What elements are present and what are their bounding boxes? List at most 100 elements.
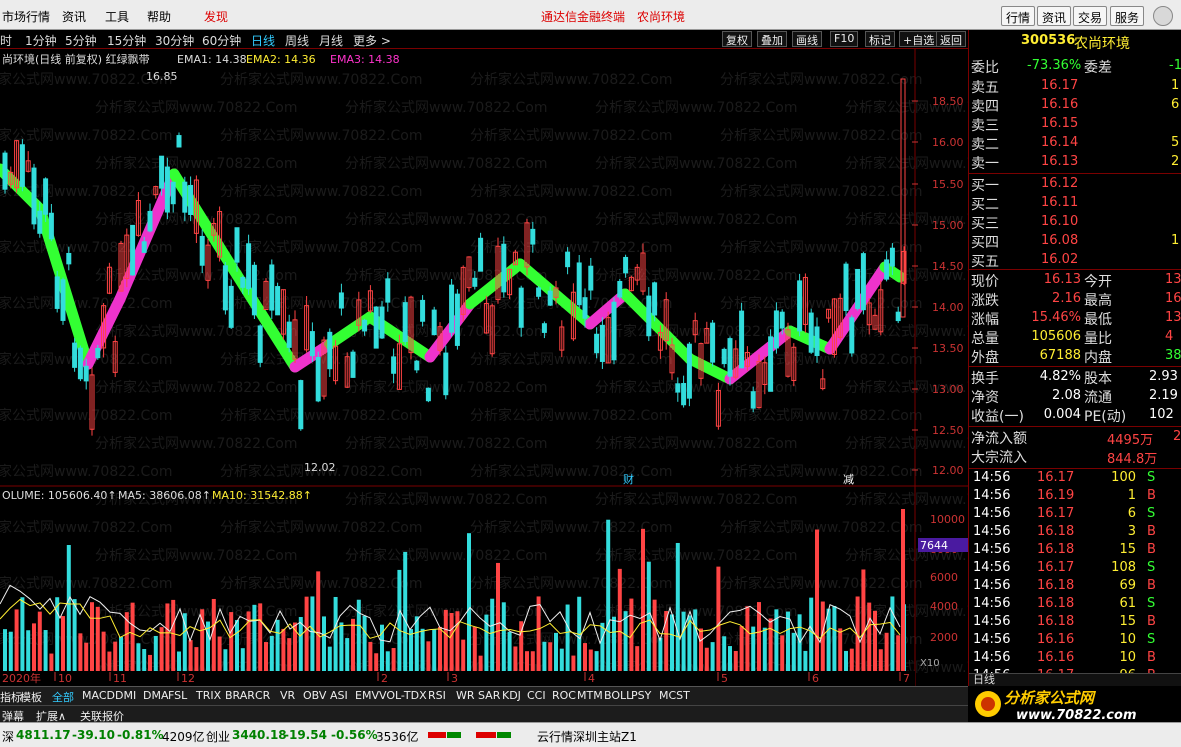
tab-emv[interactable]: EMV (355, 689, 379, 702)
ema2-label: EMA2: 14.36 (246, 53, 316, 66)
window-menu-icon[interactable] (1153, 6, 1173, 26)
period-monthly[interactable]: 月线 (319, 32, 343, 49)
period-1m[interactable]: 1分钟 (25, 32, 57, 49)
tab-boll[interactable]: BOLL (604, 689, 632, 702)
volume-bar (606, 519, 611, 671)
quote-button[interactable]: 行情 (1001, 6, 1036, 26)
volume-bar (896, 635, 901, 671)
tab-wr[interactable]: WR (456, 689, 475, 702)
tab-obv[interactable]: OBV (303, 689, 326, 702)
tab-cr[interactable]: CR (255, 689, 270, 702)
volume-bar (693, 609, 698, 671)
volume-bar (867, 602, 872, 671)
tab-sar[interactable]: SAR (478, 689, 500, 702)
date-axis: 2020年 10 11 12 2 3 4 5 6 7 (0, 671, 915, 686)
period-60m[interactable]: 60分钟 (202, 32, 241, 49)
candle-body (234, 227, 240, 263)
tab-kdj[interactable]: KDJ (502, 689, 521, 702)
tick-price: 16.18 (1037, 596, 1075, 611)
watermark-text: 分析家公式网www.70822.Com (220, 183, 422, 200)
candle-body (188, 184, 194, 216)
chart-canvas[interactable]: 分析家公式网www.70822.Com 分析家公式网www.70822.Com 分析… (0, 49, 1047, 686)
flow-value: 844.8万 (1107, 452, 1158, 467)
period-5m[interactable]: 5分钟 (65, 32, 97, 49)
candle-body (454, 293, 460, 346)
period-more[interactable]: 更多 > (353, 32, 391, 49)
candle-body (773, 310, 779, 349)
volume-bar (780, 635, 785, 671)
tab-roc[interactable]: ROC (552, 689, 576, 702)
tab-mtm[interactable]: MTM (577, 689, 603, 702)
volume-tick-label: 10000 (930, 513, 965, 526)
period-min[interactable]: 时 (0, 32, 12, 49)
tab-vr[interactable]: VR (280, 689, 295, 702)
add-watch-button[interactable]: +自选 (899, 31, 939, 47)
volume-axis: 100008000600040002000 (930, 513, 965, 644)
reduce-marker[interactable]: 减 (843, 473, 854, 486)
tab-macd[interactable]: MACD (82, 689, 115, 702)
service-button[interactable]: 服务 (1110, 6, 1145, 26)
draw-button[interactable]: 画线 (792, 31, 822, 47)
tick-time: 14:56 (973, 506, 1011, 521)
stat-value: 2.19 (1149, 388, 1178, 403)
menu-news[interactable]: 资讯 (62, 8, 86, 25)
tab-vol-tdx[interactable]: VOL-TDX (379, 689, 427, 702)
tab-psy[interactable]: PSY (631, 689, 651, 702)
candle-body (599, 324, 605, 362)
candle-body (855, 268, 861, 309)
volume-bar (432, 629, 437, 671)
menu-tools[interactable]: 工具 (105, 8, 129, 25)
daily-label[interactable]: 日线 (973, 671, 995, 687)
tick-side: S (1147, 596, 1156, 611)
finance-marker[interactable]: 财 (623, 472, 634, 486)
candle-body (849, 317, 855, 354)
tab-asi[interactable]: ASI (330, 689, 348, 702)
volume-bar (832, 605, 837, 671)
volume-bar (165, 603, 170, 671)
volume-bar (159, 627, 164, 671)
tab-dmi[interactable]: DMI (115, 689, 136, 702)
tab-rsi[interactable]: RSI (428, 689, 446, 702)
tab-cci[interactable]: CCI (527, 689, 546, 702)
fuquan-button[interactable]: 复权 (722, 31, 752, 47)
watermark-text: 分析家公式网www.70822.Com (0, 519, 172, 536)
volume-bar (368, 641, 373, 671)
stat-label: 流通 (1084, 390, 1112, 406)
period-daily[interactable]: 日线 (251, 32, 275, 49)
menu-market[interactable]: 市场行情 (2, 8, 50, 25)
server-label[interactable]: 云行情深圳主站Z1 (537, 728, 637, 745)
menu-discover[interactable]: 发现 (204, 8, 228, 25)
date-label: 10 (58, 672, 72, 685)
tick-side: S (1147, 560, 1156, 575)
watermark-text: 分析家公式网www.70822.Com (0, 127, 172, 144)
volume-bar (385, 651, 390, 671)
volume-bar (815, 529, 819, 671)
tick-volume: 10 (1119, 632, 1136, 647)
period-weekly[interactable]: 周线 (285, 32, 309, 49)
kline-chart[interactable]: 分析家公式网www.70822.Com 分析家公式网www.70822.Com 分析… (0, 49, 1047, 686)
trade-button[interactable]: 交易 (1073, 6, 1108, 26)
volume-bar (182, 613, 187, 671)
tab-dma[interactable]: DMA (143, 689, 169, 702)
mark-button[interactable]: 标记 (865, 31, 895, 47)
back-button[interactable]: 返回 (936, 31, 966, 47)
tab-mcst[interactable]: MCST (659, 689, 690, 702)
tab-fsl[interactable]: FSL (168, 689, 187, 702)
period-15m[interactable]: 15分钟 (107, 32, 146, 49)
stat-label: 外盘 (971, 350, 999, 366)
tab-trix[interactable]: TRIX (196, 689, 221, 702)
f10-button[interactable]: F10 (830, 31, 859, 47)
tab-模板[interactable]: 模板 (20, 689, 42, 705)
candle-body (77, 347, 83, 380)
overlay-button[interactable]: 叠加 (757, 31, 787, 47)
tab-指标[interactable]: 指标 (0, 689, 22, 705)
news-button[interactable]: 资讯 (1037, 6, 1072, 26)
period-30m[interactable]: 30分钟 (155, 32, 194, 49)
volume-bar (119, 636, 123, 671)
tick-price: 16.18 (1037, 614, 1075, 629)
tab-全部[interactable]: 全部 (52, 689, 74, 705)
flow-label: 净流入额 (971, 431, 1027, 447)
tab-brar[interactable]: BRAR (225, 689, 255, 702)
volume-bar (49, 653, 54, 671)
menu-help[interactable]: 帮助 (147, 8, 171, 25)
